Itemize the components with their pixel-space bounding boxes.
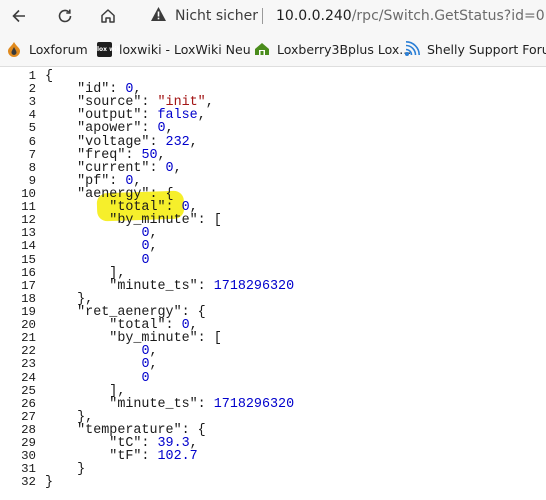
code-text: "voltage": 232, <box>45 134 198 150</box>
code-text: }, <box>45 291 94 307</box>
line-number: 17 <box>21 278 36 293</box>
bookmark-shelly[interactable]: Shelly Support Foru... <box>404 38 546 60</box>
code-text: } <box>45 462 86 478</box>
back-button[interactable] <box>6 4 32 28</box>
code-line: 24 0 <box>0 370 546 386</box>
bookmark-label: Loxberry3Bplus Lox... <box>277 41 412 57</box>
line-number: 26 <box>21 396 36 411</box>
bookmarks-bar: Loxforum lox wiki loxwiki - LoxWiki Neu … <box>0 32 546 67</box>
line-number: 6 <box>28 134 36 149</box>
warning-icon <box>150 6 167 26</box>
code-text: ], <box>45 265 126 281</box>
code-line: 14 0, <box>0 239 546 255</box>
code-text: "apower": 0, <box>45 121 174 137</box>
url-host: 10.0.0.240 <box>276 8 352 24</box>
code-line: 15 0 <box>0 252 546 268</box>
address-bar[interactable]: 10.0.0.240/rpc/Switch.GetStatus?id=0 <box>276 5 545 27</box>
json-viewer: 1{2 "id": 0, 3 "source": "init", 4 "output… <box>0 69 546 491</box>
loxforum-icon <box>6 41 22 57</box>
home-icon <box>101 9 115 23</box>
code-text: } <box>45 475 54 491</box>
code-line: 31 } <box>0 462 546 478</box>
reload-button[interactable] <box>52 4 78 28</box>
reload-icon <box>58 9 72 23</box>
line-number: 23 <box>21 357 36 372</box>
code-text: "current": 0, <box>45 160 182 176</box>
security-label: Nicht sicher <box>175 8 258 24</box>
line-number: 16 <box>21 265 36 280</box>
loxwiki-icon: lox wiki <box>97 41 123 57</box>
url-separator <box>262 8 263 24</box>
home-button[interactable] <box>95 4 121 28</box>
code-text: 0, <box>141 357 158 373</box>
line-number: 15 <box>21 252 36 267</box>
code-line: 5 "apower": 0, <box>0 121 546 137</box>
bookmark-loxwiki[interactable]: lox wiki loxwiki - LoxWiki Neu <box>97 38 251 60</box>
line-number: 25 <box>21 383 36 398</box>
code-line: 26 "minute_ts": 1718296320 <box>0 396 546 412</box>
code-text: 0 <box>141 252 150 268</box>
url-path: /rpc/Switch.GetStatus?id=0 <box>351 8 545 24</box>
code-text: "minute_ts": 1718296320 <box>45 396 295 412</box>
code-line: 8 "current": 0, <box>0 160 546 176</box>
bookmark-label: Shelly Support Foru... <box>427 41 546 57</box>
line-number: 8 <box>28 160 36 175</box>
code-text: 0, <box>141 239 158 255</box>
back-arrow-icon <box>12 9 25 23</box>
code-line: 27 }, <box>0 409 546 425</box>
code-line: 6 "voltage": 232, <box>0 134 546 150</box>
code-line: 23 0, <box>0 357 546 373</box>
bookmark-loxberry[interactable]: Loxberry3Bplus Lox... <box>254 38 411 60</box>
code-text: "freq": 50, <box>45 147 166 163</box>
line-number: 14 <box>21 239 36 254</box>
loxberry-icon <box>254 41 270 57</box>
security-indicator[interactable]: Nicht sicher <box>150 5 258 27</box>
bookmark-label: loxwiki - LoxWiki Neu <box>119 41 251 57</box>
code-line: 32} <box>0 475 546 491</box>
bookmark-loxforum[interactable]: Loxforum <box>6 38 88 60</box>
line-number: 7 <box>28 147 36 162</box>
line-number: 32 <box>21 475 36 490</box>
code-text: 0 <box>141 370 150 386</box>
line-number: 27 <box>21 409 36 424</box>
code-line: 18 }, <box>0 291 546 307</box>
browser-toolbar: Nicht sicher 10.0.0.240/rpc/Switch.GetSt… <box>0 0 546 32</box>
bookmark-label: Loxforum <box>29 41 88 57</box>
line-number: 18 <box>21 291 36 306</box>
code-text: ], <box>45 383 126 399</box>
code-line: 7 "freq": 50, <box>0 147 546 163</box>
shelly-icon <box>404 41 420 57</box>
line-number: 24 <box>21 370 36 385</box>
code-text: }, <box>45 409 94 425</box>
code-text: "minute_ts": 1718296320 <box>45 278 295 294</box>
line-number: 5 <box>28 121 36 136</box>
code-line: 17 "minute_ts": 1718296320 <box>0 278 546 294</box>
